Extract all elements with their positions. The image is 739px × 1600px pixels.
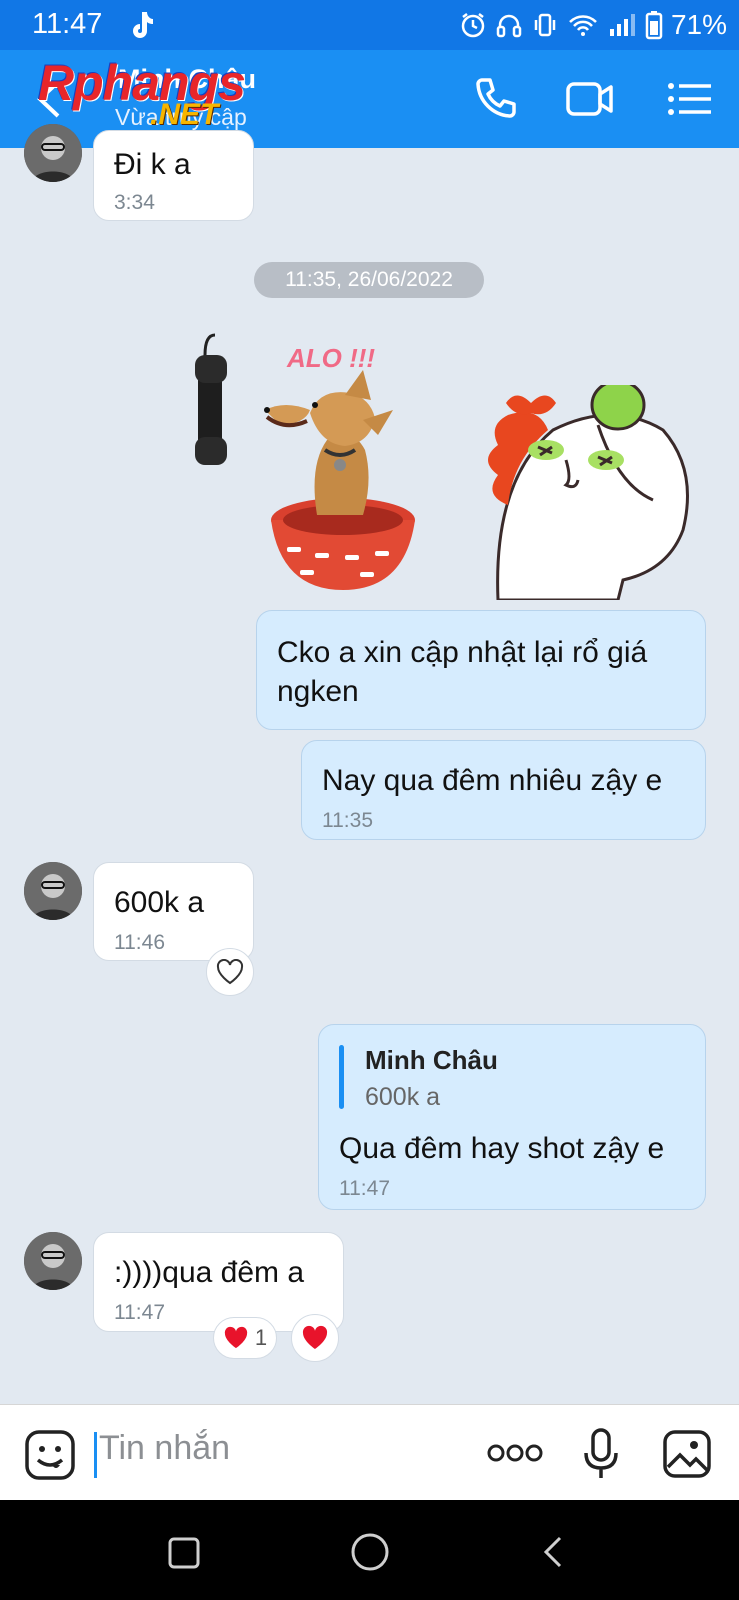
status-icons: 71% bbox=[459, 8, 727, 42]
message-time: 11:46 bbox=[114, 931, 165, 954]
quote-bar bbox=[339, 1045, 344, 1109]
message-bubble-outgoing[interactable]: Cko a xin cập nhật lại rổ giá ngken bbox=[256, 610, 706, 730]
tiktok-icon bbox=[133, 12, 153, 38]
react-button[interactable] bbox=[206, 948, 254, 996]
sticker-cat[interactable] bbox=[478, 379, 693, 602]
video-call-icon[interactable] bbox=[565, 74, 615, 124]
message-bubble-incoming[interactable]: Đi k a 3:34 bbox=[93, 130, 254, 221]
microphone-icon[interactable] bbox=[583, 1427, 619, 1481]
message-bubble-incoming[interactable]: 600k a 11:46 bbox=[93, 862, 254, 961]
date-separator: 11:35, 26/06/2022 bbox=[254, 262, 484, 298]
alarm-icon bbox=[461, 13, 485, 38]
message-text: 600k a bbox=[114, 886, 205, 919]
message-text-line: ngken bbox=[277, 675, 359, 708]
reaction-summary[interactable]: 1 bbox=[213, 1317, 277, 1359]
message-time: 3:34 bbox=[114, 191, 155, 214]
text-cursor bbox=[94, 1432, 97, 1478]
home-icon[interactable] bbox=[350, 1532, 390, 1572]
status-bar: 11:47 71% bbox=[0, 0, 739, 50]
message-time: 11:47 bbox=[339, 1177, 390, 1200]
message-time: 11:47 bbox=[114, 1301, 165, 1324]
watermark-logo-suffix: .NET bbox=[150, 98, 219, 131]
avatar[interactable] bbox=[24, 124, 82, 182]
sticker-text: ALO !!! bbox=[287, 343, 376, 373]
react-button[interactable] bbox=[291, 1314, 339, 1362]
recents-icon[interactable] bbox=[167, 1536, 201, 1570]
quote-text: 600k a bbox=[365, 1083, 441, 1111]
avatar[interactable] bbox=[24, 1232, 82, 1290]
sticker-emoji-icon[interactable] bbox=[24, 1429, 76, 1481]
message-text-line: Cko a xin cập nhật lại rổ giá bbox=[277, 636, 648, 669]
status-time: 11:47 bbox=[32, 8, 103, 40]
battery-icon bbox=[645, 11, 663, 40]
signal-icon bbox=[609, 14, 635, 36]
menu-list-icon[interactable] bbox=[665, 74, 715, 124]
message-input-bar: Tin nhắn bbox=[0, 1404, 739, 1501]
quote-author: Minh Châu bbox=[365, 1045, 498, 1075]
message-text: Qua đêm hay shot zậy e bbox=[339, 1132, 665, 1165]
message-input[interactable]: Tin nhắn bbox=[99, 1429, 230, 1468]
more-options-icon[interactable] bbox=[487, 1441, 543, 1465]
wifi-icon bbox=[569, 15, 597, 36]
message-text: :))))qua đêm a bbox=[114, 1256, 305, 1289]
message-bubble-outgoing-reply[interactable]: Minh Châu 600k a Qua đêm hay shot zậy e … bbox=[318, 1024, 706, 1210]
reaction-count: 1 bbox=[254, 1325, 268, 1350]
sticker-dog-phone[interactable]: ALO !!! bbox=[195, 325, 425, 600]
avatar[interactable] bbox=[24, 862, 82, 920]
message-text: Đi k a bbox=[114, 148, 191, 181]
message-bubble-outgoing[interactable]: Nay qua đêm nhiêu zậy e 11:35 bbox=[301, 740, 706, 840]
message-text: Nay qua đêm nhiêu zậy e bbox=[322, 764, 663, 797]
phone-call-icon[interactable] bbox=[470, 74, 520, 124]
heart-filled-icon bbox=[224, 1326, 248, 1349]
headset-icon bbox=[496, 14, 522, 38]
message-time: 11:35 bbox=[322, 809, 373, 832]
heart-outline-icon bbox=[216, 959, 244, 985]
back-nav-icon[interactable] bbox=[540, 1534, 566, 1570]
image-gallery-icon[interactable] bbox=[662, 1429, 712, 1479]
heart-filled-icon bbox=[302, 1325, 328, 1349]
system-nav-bar bbox=[0, 1500, 739, 1600]
vibrate-icon bbox=[534, 13, 556, 37]
battery-percent: 71% bbox=[670, 9, 727, 40]
